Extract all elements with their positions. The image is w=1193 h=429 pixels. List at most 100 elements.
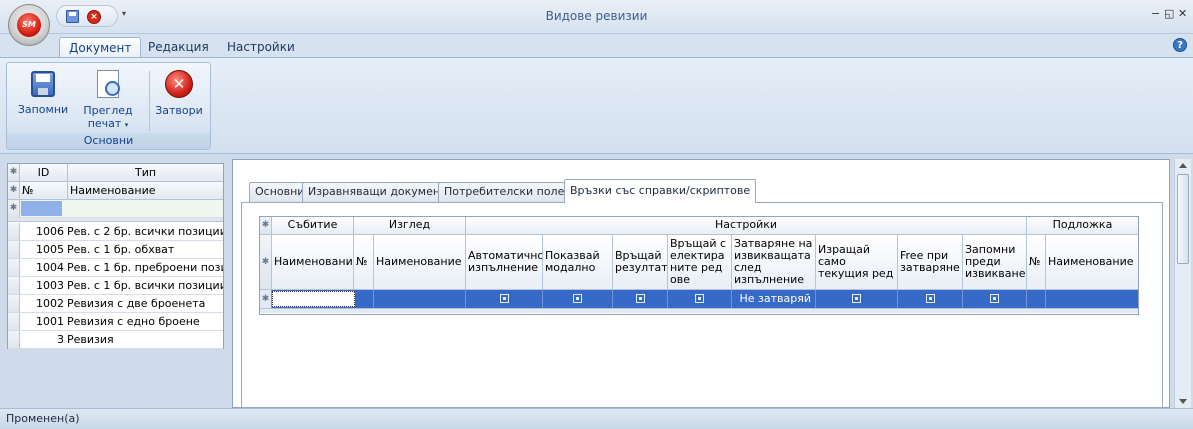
row-id: 1002 <box>36 297 64 310</box>
return-result-checkbox[interactable] <box>613 290 668 308</box>
event-name-editor[interactable] <box>272 291 355 307</box>
detail-panel: Основни Изравняващи документи Потребител… <box>232 159 1170 408</box>
close-button[interactable]: ✕ Затвори <box>151 67 207 117</box>
table-row[interactable]: 1006 Рев. с 2 бр. всички позиции <box>8 223 223 241</box>
new-item-row[interactable]: ✱ Не затваряй <box>260 290 1138 308</box>
col-close-caller[interactable]: Затваряне на извикващата след изпълнение <box>732 235 816 290</box>
app-logo-icon: SM <box>17 13 41 37</box>
row-name: Ревизия с две броенета <box>67 297 206 310</box>
col-view-name[interactable]: Наименование <box>374 235 466 290</box>
help-icon[interactable]: ? <box>1173 38 1187 52</box>
col-free-on-close[interactable]: Free при затваряне <box>898 235 963 290</box>
table-row[interactable]: 1002 Ревизия с две броенета <box>8 295 223 313</box>
scroll-up-icon[interactable] <box>1179 163 1187 168</box>
minimize-icon[interactable]: − <box>1151 7 1160 20</box>
links-grid: ✱ Събитие Изглед Настройки Подложка ✱ На… <box>259 216 1139 315</box>
row-name: Ревизия <box>67 333 114 346</box>
tab-equalizing-documents[interactable]: Изравняващи документи <box>302 182 460 202</box>
print-preview-icon <box>97 70 120 98</box>
save-button-label: Запомни <box>17 103 69 116</box>
grid-footer-divider <box>260 308 1138 313</box>
col-view-no[interactable]: № <box>354 235 374 290</box>
row-indicator-icon: ✱ <box>260 235 272 290</box>
close-window-icon[interactable]: ✕ <box>1178 7 1187 20</box>
band-settings: Настройки <box>466 217 1027 235</box>
row-name: Рев. с 1 бр. всички позиции <box>67 279 223 292</box>
tab-report-links[interactable]: Връзки със справки/скриптове <box>564 179 757 203</box>
ribbon-tab-strip: Документ Редакция Настройки <box>0 34 1193 58</box>
col-auto-exec[interactable]: Автоматично изпълнение <box>466 235 543 290</box>
band-background: Подложка <box>1027 217 1138 235</box>
column-header-name[interactable]: Наименование <box>70 182 220 199</box>
save-button[interactable]: Запомни <box>13 67 73 116</box>
status-bar: Променен(а) <box>0 408 1193 429</box>
dropdown-arrow-icon: ▾ <box>124 121 129 129</box>
vertical-scrollbar[interactable] <box>1174 159 1191 408</box>
column-header-id[interactable]: ID <box>20 164 68 181</box>
col-return-selected[interactable]: Връщай селектираните редове <box>668 235 732 290</box>
scroll-thumb[interactable] <box>1177 174 1189 264</box>
main-area: ✱ ID Тип ✱ № Наименование ✱ 1006 Рев. с … <box>0 155 1193 408</box>
print-preview-button[interactable]: Преглед печат ▾ <box>79 67 137 132</box>
col-show-modal[interactable]: Показвай модално <box>543 235 613 290</box>
tab-document[interactable]: Документ <box>59 37 142 58</box>
close-button-label: Затвори <box>155 104 203 117</box>
row-id: 1004 <box>36 261 64 274</box>
background-no-cell[interactable] <box>1027 290 1046 308</box>
column-header-no[interactable]: № <box>22 182 68 199</box>
return-selected-checkbox[interactable] <box>668 290 732 308</box>
col-current-row-only[interactable]: Изращай само текущия ред <box>816 235 898 290</box>
row-indicator-icon: ✱ <box>8 200 20 217</box>
row-name: Рев. с 2 бр. всички позиции <box>67 225 223 238</box>
tab-edit[interactable]: Редакция <box>139 37 218 58</box>
col-save-before-call[interactable]: Запомни преди извикване <box>963 235 1027 290</box>
background-name-cell[interactable] <box>1046 290 1138 308</box>
row-name: Ревизия с едно броене <box>67 315 200 328</box>
row-name: Рев. с 1 бр. преброени пози... <box>67 261 223 274</box>
title-bar: SM × ▾ Видове ревизии − ◱ ✕ <box>0 0 1193 46</box>
col-background-name[interactable]: Наименование <box>1046 235 1138 290</box>
table-row[interactable]: 1005 Рев. с 1 бр. обхват <box>8 241 223 259</box>
tab-settings[interactable]: Настройки <box>218 37 304 58</box>
grid-header-row-2: ✱ № Наименование <box>8 182 223 200</box>
col-background-no[interactable]: № <box>1027 235 1046 290</box>
band-event: Събитие <box>272 217 354 235</box>
auto-exec-checkbox[interactable] <box>466 290 543 308</box>
table-row[interactable]: 1003 Рев. с 1 бр. всички позиции <box>8 277 223 295</box>
grid-header-row-1: ✱ ID Тип <box>8 164 223 182</box>
print-preview-label-2: печат <box>87 117 122 130</box>
app-menu-button[interactable]: SM <box>8 4 50 46</box>
restore-icon[interactable]: ◱ <box>1164 7 1174 20</box>
table-row[interactable]: 3 Ревизия <box>8 331 223 349</box>
row-indicator-icon: ✱ <box>260 290 272 308</box>
row-id: 1001 <box>36 315 64 328</box>
save-before-call-checkbox[interactable] <box>963 290 1027 308</box>
window-title: Видове ревизии <box>545 9 648 23</box>
col-event-name[interactable]: Наименование <box>272 235 354 290</box>
row-id: 3 <box>57 333 64 346</box>
show-modal-checkbox[interactable] <box>543 290 613 308</box>
current-row-only-checkbox[interactable] <box>816 290 898 308</box>
tab-user-fields[interactable]: Потребителски полета <box>438 182 584 202</box>
free-on-close-checkbox[interactable] <box>898 290 963 308</box>
table-row[interactable]: 1004 Рев. с 1 бр. преброени пози... <box>8 259 223 277</box>
revision-types-grid: ✱ ID Тип ✱ № Наименование ✱ 1006 Рев. с … <box>7 163 224 349</box>
band-view: Изглед <box>354 217 466 235</box>
new-item-row[interactable]: ✱ <box>8 200 223 218</box>
column-header-type[interactable]: Тип <box>68 164 223 181</box>
new-id-cell[interactable] <box>21 201 62 216</box>
ribbon-group-label: Основни <box>7 133 210 149</box>
ribbon-separator <box>149 71 150 131</box>
row-indicator-icon: ✱ <box>260 217 272 235</box>
status-text: Променен(а) <box>6 412 80 425</box>
scroll-down-icon[interactable] <box>1179 399 1187 404</box>
view-no-cell[interactable] <box>354 290 374 308</box>
close-mode-cell[interactable]: Не затваряй <box>732 290 816 308</box>
row-id: 1003 <box>36 279 64 292</box>
row-indicator-icon: ✱ <box>8 164 20 181</box>
table-row[interactable]: 1001 Ревизия с едно броене <box>8 313 223 331</box>
close-red-icon: ✕ <box>165 70 193 98</box>
col-return-result[interactable]: Връщай резултат <box>613 235 668 290</box>
view-name-cell[interactable] <box>374 290 466 308</box>
print-preview-label: Преглед <box>83 104 133 117</box>
